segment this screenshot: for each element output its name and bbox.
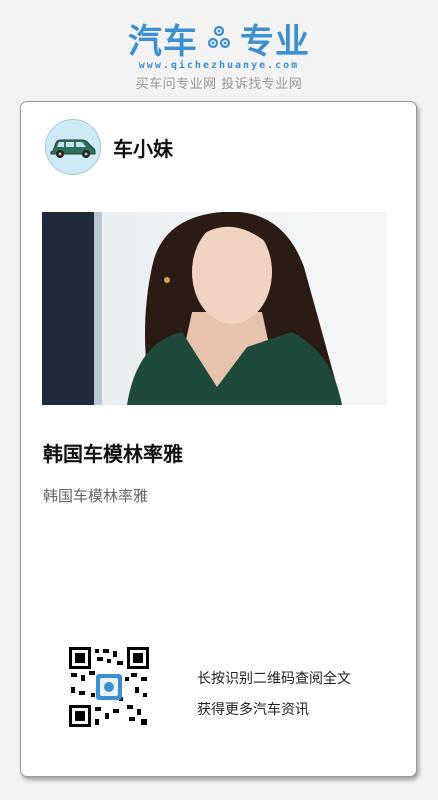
logo-url: www.qichezhuanye.com (138, 60, 300, 71)
qr-caption-line1: 长按识别二维码查阅全文 (197, 671, 351, 687)
article-photo[interactable] (42, 212, 387, 405)
qr-caption-line2: 获得更多汽车资讯 (197, 702, 309, 718)
author-profile[interactable]: 车小妹 (45, 119, 173, 175)
gear-icon (207, 25, 231, 49)
avatar (45, 119, 101, 175)
article-card: 车小妹 韩国车模林率雅 韩国车模林率雅 长按识别二维码查阅全文 获得更多汽车资讯 (20, 101, 417, 777)
car-icon (50, 139, 96, 158)
qr-code-icon[interactable] (69, 647, 149, 727)
qr-caption: 长按识别二维码查阅全文 获得更多汽车资讯 (197, 664, 351, 726)
logo-slogan: 买车问专业网 投诉找专业网 (135, 77, 303, 92)
author-name: 车小妹 (113, 136, 173, 161)
logo-wordmark: 汽车 专业 (0, 18, 438, 62)
site-logo: 汽车 专业 www.qichezhuanye.com 买车问专业网 投诉找专业网 (0, 18, 438, 93)
article-summary: 韩国车模林率雅 (43, 487, 149, 505)
logo-text-right: 专业 (240, 21, 310, 62)
photo-illustration (42, 212, 387, 405)
article-title: 韩国车模林率雅 (43, 442, 183, 466)
logo-text-left: 汽车 (128, 21, 198, 62)
